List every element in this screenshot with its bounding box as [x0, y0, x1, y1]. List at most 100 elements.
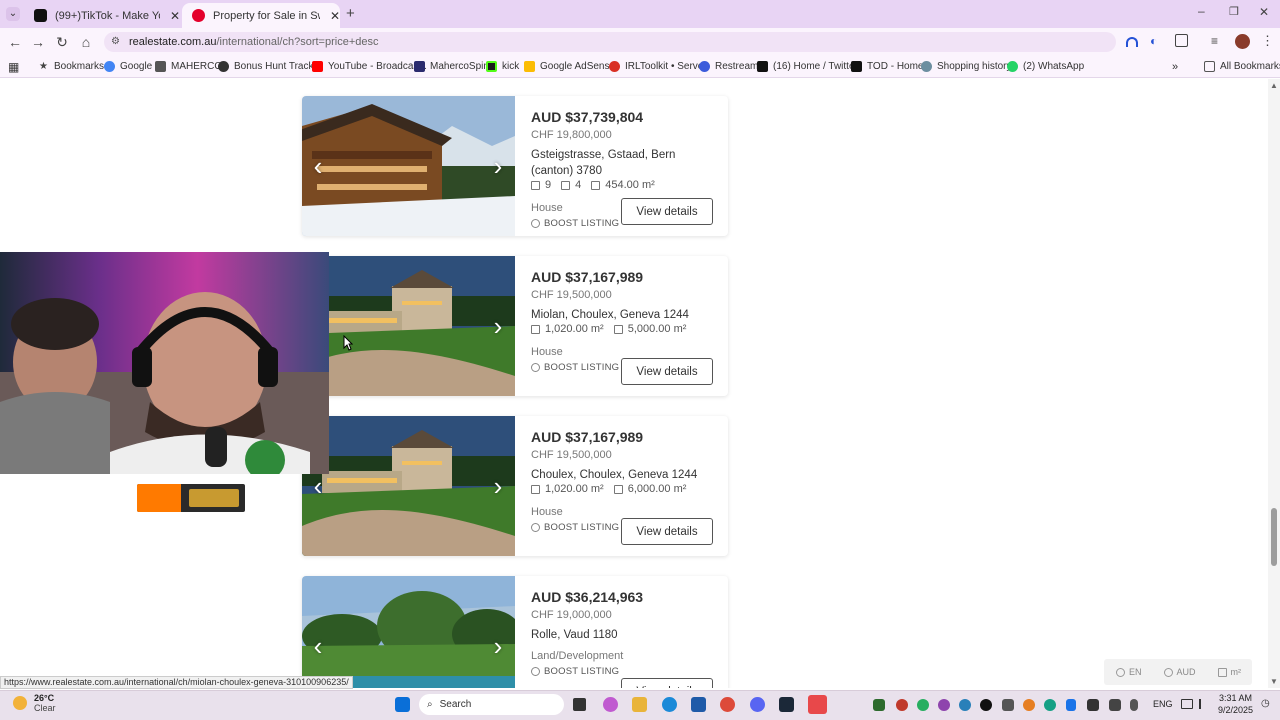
prev-photo-icon[interactable]: ‹: [308, 472, 328, 500]
apps-icon[interactable]: ▦: [8, 60, 19, 74]
tray-app-icon[interactable]: [1002, 699, 1014, 711]
notifications-icon[interactable]: ◷: [1261, 698, 1270, 709]
listing-card[interactable]: ‹ › AUD $37,167,989 CHF 19,500,000 Choul…: [302, 416, 728, 556]
all-bookmarks[interactable]: All Bookmarks: [1204, 61, 1280, 72]
bookmark-item[interactable]: Restream: [699, 61, 758, 72]
tray-app-icon[interactable]: [959, 699, 971, 711]
next-photo-icon[interactable]: ›: [488, 472, 508, 500]
tray-app-icon[interactable]: [873, 699, 885, 711]
tray-app-icon[interactable]: [917, 699, 929, 711]
boost-listing[interactable]: BOOST LISTING: [531, 666, 619, 677]
maximize-icon[interactable]: ❐: [1229, 5, 1239, 18]
weather-widget[interactable]: 26°C Clear: [13, 693, 56, 713]
microphone-icon[interactable]: [1130, 699, 1138, 711]
bookmark-item[interactable]: Bonus Hunt Tracker: [218, 61, 322, 72]
listing-address[interactable]: Miolan, Choulex, Geneva 1244: [531, 307, 716, 323]
page-scrollbar[interactable]: ▲ ▼: [1268, 79, 1280, 688]
extension-icon[interactable]: ◐: [1150, 34, 1157, 48]
tray-app-icon[interactable]: [1109, 699, 1121, 711]
menu-icon[interactable]: ⋮: [1261, 33, 1274, 49]
tab-property[interactable]: Property for Sale in Switzerland ✕: [182, 3, 340, 28]
currency-selector[interactable]: AUD: [1163, 667, 1196, 677]
listing-photo[interactable]: ‹ ›: [302, 576, 515, 688]
task-view-icon[interactable]: [573, 698, 586, 711]
close-icon[interactable]: ✕: [330, 9, 340, 23]
boost-listing[interactable]: BOOST LISTING: [531, 362, 619, 373]
network-icon[interactable]: [1181, 699, 1193, 709]
edge-icon[interactable]: [662, 697, 677, 712]
home-icon[interactable]: ⌂: [77, 33, 95, 51]
listing-address[interactable]: Rolle, Vaud 1180: [531, 627, 716, 643]
overflow-chevron-icon[interactable]: »: [1172, 61, 1178, 73]
tab-search-icon[interactable]: ⌄: [6, 7, 20, 21]
tray-app-icon[interactable]: [896, 699, 908, 711]
view-details-button[interactable]: View details: [621, 518, 713, 545]
tab-tiktok[interactable]: (99+)TikTok - Make Your Day ✕: [24, 3, 180, 28]
listing-address[interactable]: Choulex, Choulex, Geneva 1244: [531, 467, 716, 483]
bookmark-item[interactable]: MAHERCO: [155, 61, 222, 72]
obs-icon[interactable]: [808, 695, 827, 714]
window-close-icon[interactable]: ✕: [1259, 5, 1269, 19]
site-info-icon[interactable]: ⚙: [111, 36, 120, 47]
bookmark-item[interactable]: (2) WhatsApp: [1007, 61, 1084, 72]
reading-list-icon[interactable]: ≡: [1211, 34, 1218, 48]
scroll-thumb[interactable]: [1271, 508, 1277, 566]
new-tab-icon[interactable]: +: [346, 5, 355, 22]
next-photo-icon[interactable]: ›: [488, 632, 508, 660]
file-explorer-icon[interactable]: [632, 697, 647, 712]
listing-card[interactable]: ‹ › AUD $36,214,963 CHF 19,000,000 Rolle…: [302, 576, 728, 688]
bookmark-item[interactable]: YouTube - Broadcas...: [312, 61, 427, 72]
listing-photo[interactable]: ‹ ›: [302, 416, 515, 556]
input-language[interactable]: ENG: [1153, 699, 1173, 709]
bookmark-item[interactable]: TOD - Home: [851, 61, 924, 72]
tray-app-icon[interactable]: [1087, 699, 1099, 711]
taskbar-clock[interactable]: 3:31 AM 9/2/2025: [1218, 692, 1253, 716]
tray-app-icon[interactable]: [1023, 699, 1035, 711]
view-details-button[interactable]: View details: [621, 358, 713, 385]
tray-app-icon[interactable]: [980, 699, 992, 711]
next-photo-icon[interactable]: ›: [488, 312, 508, 340]
unit-selector[interactable]: m²: [1217, 667, 1241, 677]
prev-photo-icon[interactable]: ‹: [308, 152, 328, 180]
avatar[interactable]: [1235, 34, 1250, 49]
url-text[interactable]: realestate.com.au/international/ch?sort=…: [129, 36, 378, 48]
volume-icon[interactable]: [1199, 699, 1209, 709]
listing-address[interactable]: Gsteigstrasse, Gstaad, Bern (canton) 378…: [531, 147, 716, 179]
view-details-button[interactable]: View details: [621, 678, 713, 688]
chrome-icon[interactable]: [720, 697, 735, 712]
forward-icon[interactable]: →: [29, 33, 47, 51]
bookmark-item[interactable]: kick: [486, 61, 519, 72]
extensions-puzzle-icon[interactable]: [1175, 34, 1188, 47]
minimize-icon[interactable]: –: [1198, 4, 1205, 18]
bookmark-item[interactable]: Google: [104, 61, 152, 72]
store-icon[interactable]: [691, 697, 706, 712]
view-details-button[interactable]: View details: [621, 198, 713, 225]
back-icon[interactable]: ←: [6, 33, 24, 51]
extension-icon[interactable]: [1126, 37, 1138, 47]
next-photo-icon[interactable]: ›: [488, 152, 508, 180]
listing-card[interactable]: › AUD $37,167,989 CHF 19,500,000 Miolan,…: [302, 256, 728, 396]
bookmark-item[interactable]: Shopping history: [921, 61, 1012, 72]
listing-card[interactable]: ‹ › AUD $37,739,804 CHF 19,800,000 Gstei…: [302, 96, 728, 236]
bookmark-item[interactable]: (16) Home / Twitter: [757, 61, 858, 72]
bookmark-item[interactable]: ★ Bookmarks: [39, 61, 104, 72]
language-selector[interactable]: EN: [1116, 667, 1142, 677]
boost-listing[interactable]: BOOST LISTING: [531, 218, 619, 229]
reload-icon[interactable]: ↻: [53, 33, 71, 51]
boost-listing[interactable]: BOOST LISTING: [531, 522, 619, 533]
discord-icon[interactable]: [750, 697, 765, 712]
tray-app-icon[interactable]: [1044, 699, 1056, 711]
bluetooth-icon[interactable]: [1066, 699, 1076, 711]
bookmark-item[interactable]: IRLToolkit • Server: [609, 61, 707, 72]
scroll-up-icon[interactable]: ▲: [1270, 81, 1278, 90]
close-icon[interactable]: ✕: [170, 9, 180, 23]
tray-app-icon[interactable]: [938, 699, 950, 711]
prev-photo-icon[interactable]: ‹: [308, 632, 328, 660]
scroll-down-icon[interactable]: ▼: [1270, 677, 1278, 686]
listing-photo[interactable]: ›: [302, 256, 515, 396]
listing-photo[interactable]: ‹ ›: [302, 96, 515, 236]
start-icon[interactable]: [395, 697, 410, 712]
taskbar-search[interactable]: ⌕ Search: [419, 694, 564, 715]
bookmark-item[interactable]: Google AdSense: [524, 61, 615, 72]
copilot-icon[interactable]: [603, 697, 618, 712]
